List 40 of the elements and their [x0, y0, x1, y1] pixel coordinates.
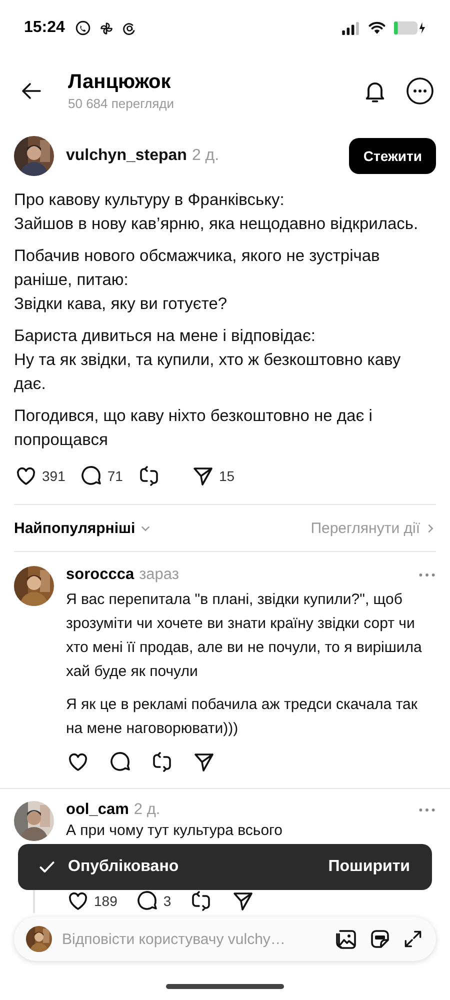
post-text: Про кавову культуру в Франківську: Зайшов в нову кав’ярню, яка нещодавно відкрилась.: [14, 190, 420, 235]
share-button[interactable]: Поширити: [328, 858, 410, 876]
reply-icon[interactable]: [79, 464, 104, 488]
chevron-right-icon[interactable]: [425, 522, 436, 534]
comment-text: Я вас перепитала "в плані, звідки купили?", щоб зрозуміти чи хочете ви знати країну звідки сорт чи хто мені її продав, але ви не почули, то я вирішила хай буде як почули: [66, 590, 423, 682]
comment-text: А при чому тут культура всього: [66, 821, 284, 841]
at-sign-icon: [122, 20, 137, 36]
username[interactable]: soroccca: [66, 566, 134, 583]
username[interactable]: ool_cam: [66, 801, 129, 818]
expand-icon[interactable]: [402, 928, 424, 950]
post-text: Погодився, що каву ніхто безкоштовно не дає і попрощався: [14, 406, 374, 451]
count: 391: [42, 468, 66, 484]
username[interactable]: vulchyn_stepan: [66, 147, 187, 164]
image-icon[interactable]: [334, 927, 358, 951]
comment-time: зараз: [139, 566, 179, 583]
gif-sticker-icon[interactable]: [368, 927, 392, 951]
sort-dropdown[interactable]: Найпопулярніші: [14, 520, 136, 536]
comment-time: 2 д.: [134, 801, 160, 818]
more-options-icon[interactable]: [406, 77, 434, 105]
reply-icon[interactable]: [135, 889, 160, 913]
pinwheel-icon: [98, 20, 114, 36]
wifi-icon: [368, 21, 386, 35]
status-time: 15:24: [24, 19, 65, 37]
count: 189: [94, 893, 118, 909]
battery-charging-icon: [394, 21, 426, 35]
phone-bubble-icon: [74, 20, 91, 36]
count: 3: [163, 893, 172, 909]
follow-button[interactable]: Стежити: [349, 138, 436, 174]
post-time: 2 д.: [192, 147, 220, 164]
post-text: Побачив нового обсмажчика, якого не зустрічав раніше, питаю: Звідки кава, яку ви готуєте?: [14, 246, 381, 315]
comment-text: Я як це в рекламі побачила аж тредси скачала так на мене наговорювати))): [66, 695, 418, 739]
toast-message: Опубліковано: [68, 858, 180, 876]
view-count: 50 684 перегляди: [68, 96, 176, 111]
reply-icon[interactable]: [108, 750, 132, 774]
count: 15: [218, 468, 235, 484]
repost-icon[interactable]: [150, 750, 174, 774]
post-text: Бариста дивиться на мене і відповідає: Ну та як звідки, та купили, хто ж безкоштовно каву дає.: [14, 326, 402, 395]
signal-icon: [341, 22, 360, 34]
thread-title: Ланцюжок: [68, 71, 172, 94]
count: 71: [107, 468, 123, 484]
